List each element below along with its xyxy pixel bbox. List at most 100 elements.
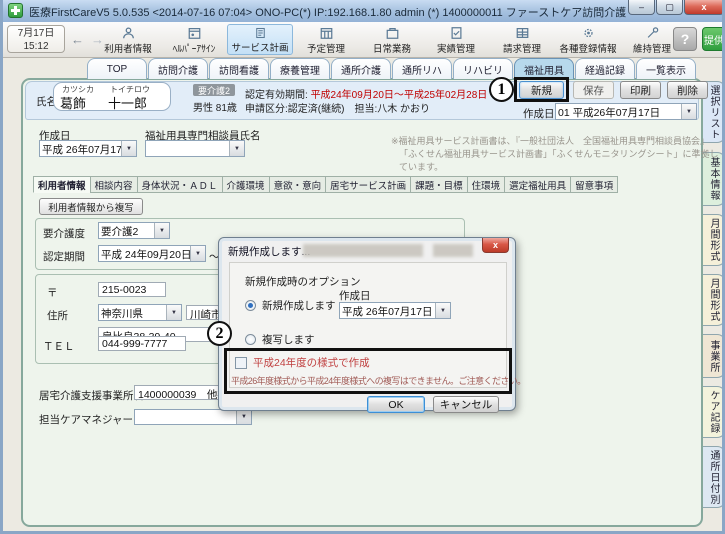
cancel-button[interactable]: キャンセル	[433, 396, 499, 413]
toolbar-item-user-info[interactable]: 利用者情報	[95, 24, 161, 55]
consultant-select[interactable]	[145, 140, 245, 157]
side-tab-care-kiroku[interactable]: ケア記録	[701, 386, 725, 438]
cert-from-select[interactable]: 平成 24年09月20日	[98, 245, 206, 262]
window-title: 医療FirstCareV5 5.0.535 <2014-07-16 07:04>…	[29, 4, 626, 20]
annotation-rect-new-button	[514, 77, 569, 102]
chevron-down-icon	[435, 303, 450, 318]
care-level-label: 要介護度	[43, 226, 85, 241]
radio-copy[interactable]: 複写します	[245, 332, 315, 347]
application-staff-line: 申請区分:認定済(継続) 担当:八木 かおり	[245, 100, 430, 115]
subtab-shintai-adl[interactable]: 身体状況・ＡＤＬ	[137, 176, 223, 193]
zip-input[interactable]: 215-0023	[98, 282, 166, 297]
dialog-date-select[interactable]: 平成 26年07月17日	[339, 302, 451, 319]
minimize-button[interactable]: –	[628, 0, 655, 15]
user-icon	[121, 26, 136, 40]
datetime-box: 7月17日 15:12	[7, 25, 65, 53]
subtab-ryui-jiko[interactable]: 留意事項	[570, 176, 618, 193]
annotation-circle-2: 2	[207, 321, 232, 346]
cert-period-form-label: 認定期間	[43, 249, 85, 264]
redacted-blur	[303, 244, 423, 257]
save-button[interactable]: 保存	[573, 81, 614, 99]
chevron-down-icon	[121, 141, 136, 156]
tab-rihabiri[interactable]: リハビリ	[453, 58, 513, 79]
chevron-down-icon	[190, 246, 205, 261]
side-tab-gekkan-keishiki-2[interactable]: 月間形式	[701, 274, 725, 326]
subtab-kyotaku-plan[interactable]: 居宅サービス計画	[325, 176, 411, 193]
prefecture-select[interactable]: 神奈川県	[98, 304, 182, 321]
tel-label: ＴＥＬ	[43, 339, 75, 354]
tab-fukushi-yogu[interactable]: 福祉用具	[514, 58, 574, 79]
dialog-close-icon[interactable]: x	[482, 238, 509, 253]
subtab-kadai-mokuhyo[interactable]: 課題・目標	[410, 176, 468, 193]
tab-ryoyo-kanri[interactable]: 療養管理	[270, 58, 330, 79]
chevron-down-icon	[154, 223, 169, 238]
toolbar-item-helper-assign[interactable]: ﾍﾙﾊﾟｰｱｻｲﾝ	[161, 24, 227, 55]
plan-date-label: 作成日	[523, 106, 555, 121]
ok-button[interactable]: OK	[367, 396, 425, 413]
dialog-date-label: 作成日	[339, 288, 371, 303]
subtab-sodan-naiyo[interactable]: 相談内容	[90, 176, 138, 193]
dialog-title: 新規作成します...	[228, 244, 310, 259]
copy-from-user-info-button[interactable]: 利用者情報から複写	[39, 198, 143, 215]
tab-tsusho-kaigo[interactable]: 通所介護	[331, 58, 391, 79]
app-window: 医療FirstCareV5 5.0.535 <2014-07-16 07:04>…	[0, 0, 725, 534]
helper-assign-icon	[187, 26, 202, 40]
chevron-down-icon	[229, 141, 244, 156]
tab-tsusho-riha[interactable]: 通所リハ	[392, 58, 452, 79]
maximize-button[interactable]: ▢	[656, 0, 683, 15]
toolbar-item-results[interactable]: 実績管理	[423, 24, 489, 55]
delete-button[interactable]: 削除	[667, 81, 708, 99]
tab-keika-kiroku[interactable]: 経過記録	[575, 58, 635, 79]
current-date: 7月17日	[8, 27, 64, 40]
app-icon	[8, 3, 23, 18]
maintenance-wrench-icon	[645, 26, 660, 40]
toolbar-item-registration[interactable]: 各種登録情報	[555, 24, 621, 55]
tab-houmon-kango[interactable]: 訪問看護	[209, 58, 269, 79]
compliance-note: ※福祉用具サービス計画書は、『一般社団法人 全国福祉用具専門相談員協会』 「ふく…	[391, 135, 722, 174]
patient-name-box[interactable]: カツシカ トイチロウ 葛飾 十一郎	[53, 82, 171, 111]
create-date-select[interactable]: 平成 26年07月17日	[39, 140, 137, 157]
side-tab-tsusho-hizuke[interactable]: 通所日付別	[701, 446, 725, 508]
annotation-circle-1: 1	[489, 77, 514, 102]
side-tab-gekkan-keishiki-1[interactable]: 月間形式	[701, 214, 725, 266]
annotation-rect-checkbox	[224, 348, 512, 394]
side-tab-jigyosho[interactable]: 事業所	[701, 334, 725, 378]
care-level-badge: 要介護2	[193, 84, 235, 96]
toolbar-item-service-plan[interactable]: サービス計画	[227, 24, 293, 55]
care-manager-label: 担当ケアマネジャー	[39, 412, 133, 427]
chevron-down-icon	[236, 410, 251, 424]
close-button[interactable]: x	[684, 0, 724, 15]
provide-button[interactable]: 提供	[702, 27, 725, 51]
chevron-down-icon	[681, 104, 696, 119]
care-manager-select[interactable]	[134, 409, 252, 425]
back-arrow-icon[interactable]: ←	[71, 32, 84, 47]
tab-ichiran[interactable]: 一覧表示	[636, 58, 696, 79]
toolbar-item-schedule[interactable]: 予定管理	[293, 24, 359, 55]
dialog-section-label: 新規作成時のオプション	[245, 274, 361, 289]
toolbar-item-billing[interactable]: 請求管理	[489, 24, 555, 55]
chevron-down-icon	[166, 305, 181, 320]
print-button[interactable]: 印刷	[620, 81, 661, 99]
subtab-iyoku-iko[interactable]: 意欲・意向	[269, 176, 327, 193]
billing-icon	[515, 26, 530, 40]
subtab-jukankyo[interactable]: 住環境	[467, 176, 506, 193]
subtab-riyosha-joho[interactable]: 利用者情報	[33, 176, 91, 193]
plan-date-select[interactable]: 01 平成26年07月17日	[555, 103, 697, 120]
schedule-icon	[319, 26, 334, 40]
subtab-sentei-yogu[interactable]: 選定福祉用具	[504, 176, 571, 193]
patient-first-name: 十一郎	[108, 93, 147, 112]
main-toolbar: 7月17日 15:12 ← → 利用者情報 ﾍﾙﾊﾟｰｱｻｲﾝ サービス計画 予…	[3, 22, 725, 58]
tel-input[interactable]: 044-999-7777	[98, 336, 186, 351]
current-time: 15:12	[8, 40, 64, 53]
radio-create-new[interactable]: 新規作成します	[245, 298, 336, 313]
care-level-select[interactable]: 要介護2	[98, 222, 170, 239]
patient-last-name: 葛飾	[60, 93, 86, 112]
toolbar-item-daily-work[interactable]: 日常業務	[359, 24, 425, 55]
registration-gear-icon	[581, 26, 596, 40]
results-icon	[449, 26, 464, 40]
subtab-kaigo-kankyo[interactable]: 介護環境	[222, 176, 270, 193]
help-button[interactable]: ?	[673, 27, 697, 51]
tab-houmon-kaigo[interactable]: 訪問介護	[148, 58, 208, 79]
tab-top[interactable]: TOP	[87, 58, 147, 79]
subtab-bar: 利用者情報 相談内容 身体状況・ＡＤＬ 介護環境 意欲・意向 居宅サービス計画 …	[33, 176, 617, 193]
